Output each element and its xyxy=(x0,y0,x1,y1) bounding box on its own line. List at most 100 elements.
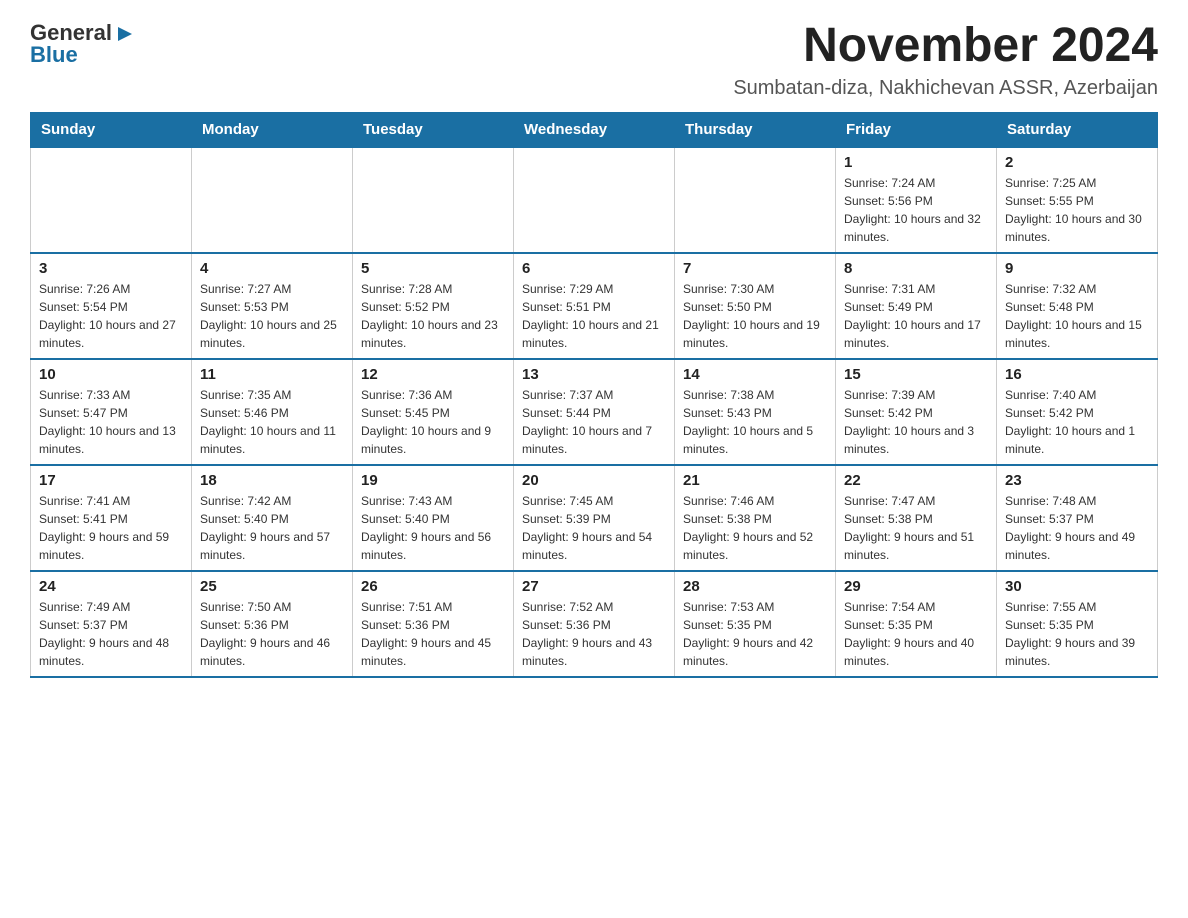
calendar-cell: 9Sunrise: 7:32 AMSunset: 5:48 PMDaylight… xyxy=(997,253,1158,359)
day-info: Sunrise: 7:24 AMSunset: 5:56 PMDaylight:… xyxy=(844,174,988,246)
day-number: 16 xyxy=(1005,366,1149,383)
calendar-header: SundayMondayTuesdayWednesdayThursdayFrid… xyxy=(31,112,1158,147)
day-number: 19 xyxy=(361,472,505,489)
day-info: Sunrise: 7:47 AMSunset: 5:38 PMDaylight:… xyxy=(844,492,988,564)
day-number: 17 xyxy=(39,472,183,489)
day-of-week-friday: Friday xyxy=(836,112,997,147)
day-info: Sunrise: 7:50 AMSunset: 5:36 PMDaylight:… xyxy=(200,598,344,670)
day-number: 4 xyxy=(200,260,344,277)
day-info: Sunrise: 7:51 AMSunset: 5:36 PMDaylight:… xyxy=(361,598,505,670)
day-of-week-monday: Monday xyxy=(192,112,353,147)
calendar-cell: 4 Sunrise: 7:27 AMSunset: 5:53 PMDaylight… xyxy=(192,253,353,359)
day-number: 14 xyxy=(683,366,827,383)
day-info: Sunrise: 7:52 AMSunset: 5:36 PMDaylight:… xyxy=(522,598,666,670)
day-info: Sunrise: 7:45 AMSunset: 5:39 PMDaylight:… xyxy=(522,492,666,564)
day-number: 28 xyxy=(683,578,827,595)
logo: General Blue xyxy=(30,20,136,68)
logo-blue-text: Blue xyxy=(30,42,78,68)
day-info: Sunrise: 7:42 AMSunset: 5:40 PMDaylight:… xyxy=(200,492,344,564)
calendar-week-3: 10Sunrise: 7:33 AMSunset: 5:47 PMDayligh… xyxy=(31,359,1158,465)
day-number: 15 xyxy=(844,366,988,383)
day-number: 10 xyxy=(39,366,183,383)
calendar-cell xyxy=(514,147,675,253)
day-number: 25 xyxy=(200,578,344,595)
day-info: Sunrise: 7:37 AMSunset: 5:44 PMDaylight:… xyxy=(522,386,666,458)
day-number: 21 xyxy=(683,472,827,489)
calendar-cell: 24 Sunrise: 7:49 AMSunset: 5:37 PMDayligh… xyxy=(31,571,192,677)
day-number: 26 xyxy=(361,578,505,595)
calendar-cell xyxy=(31,147,192,253)
day-info: Sunrise: 7:40 AMSunset: 5:42 PMDaylight:… xyxy=(1005,386,1149,458)
days-of-week-row: SundayMondayTuesdayWednesdayThursdayFrid… xyxy=(31,112,1158,147)
day-number: 20 xyxy=(522,472,666,489)
calendar-cell: 25 Sunrise: 7:50 AMSunset: 5:36 PMDayligh… xyxy=(192,571,353,677)
day-number: 5 xyxy=(361,260,505,277)
day-info: Sunrise: 7:55 AMSunset: 5:35 PMDaylight:… xyxy=(1005,598,1149,670)
day-number: 30 xyxy=(1005,578,1149,595)
day-info: Sunrise: 7:46 AMSunset: 5:38 PMDaylight:… xyxy=(683,492,827,564)
day-of-week-thursday: Thursday xyxy=(675,112,836,147)
calendar-cell: 3Sunrise: 7:26 AMSunset: 5:54 PMDaylight… xyxy=(31,253,192,359)
calendar-cell: 6Sunrise: 7:29 AMSunset: 5:51 PMDaylight… xyxy=(514,253,675,359)
day-info: Sunrise: 7:38 AMSunset: 5:43 PMDaylight:… xyxy=(683,386,827,458)
calendar-cell: 10Sunrise: 7:33 AMSunset: 5:47 PMDayligh… xyxy=(31,359,192,465)
day-of-week-sunday: Sunday xyxy=(31,112,192,147)
calendar-cell: 29Sunrise: 7:54 AMSunset: 5:35 PMDayligh… xyxy=(836,571,997,677)
logo-arrow-icon xyxy=(114,23,136,45)
day-info: Sunrise: 7:29 AMSunset: 5:51 PMDaylight:… xyxy=(522,280,666,352)
calendar-cell xyxy=(675,147,836,253)
day-info: Sunrise: 7:27 AMSunset: 5:53 PMDaylight:… xyxy=(200,280,344,352)
day-number: 12 xyxy=(361,366,505,383)
calendar-cell: 12 Sunrise: 7:36 AMSunset: 5:45 PMDayligh… xyxy=(353,359,514,465)
location-subtitle: Sumbatan-diza, Nakhichevan ASSR, Azerbai… xyxy=(733,77,1158,100)
calendar-cell: 1Sunrise: 7:24 AMSunset: 5:56 PMDaylight… xyxy=(836,147,997,253)
month-year-title: November 2024 xyxy=(733,20,1158,73)
day-info: Sunrise: 7:25 AMSunset: 5:55 PMDaylight:… xyxy=(1005,174,1149,246)
day-info: Sunrise: 7:35 AMSunset: 5:46 PMDaylight:… xyxy=(200,386,344,458)
day-info: Sunrise: 7:30 AMSunset: 5:50 PMDaylight:… xyxy=(683,280,827,352)
day-number: 9 xyxy=(1005,260,1149,277)
calendar-week-1: 1Sunrise: 7:24 AMSunset: 5:56 PMDaylight… xyxy=(31,147,1158,253)
day-number: 23 xyxy=(1005,472,1149,489)
calendar-cell: 30 Sunrise: 7:55 AMSunset: 5:35 PMDayligh… xyxy=(997,571,1158,677)
calendar-table: SundayMondayTuesdayWednesdayThursdayFrid… xyxy=(30,112,1158,678)
calendar-cell: 5Sunrise: 7:28 AMSunset: 5:52 PMDaylight… xyxy=(353,253,514,359)
day-number: 8 xyxy=(844,260,988,277)
calendar-cell: 18 Sunrise: 7:42 AMSunset: 5:40 PMDayligh… xyxy=(192,465,353,571)
day-info: Sunrise: 7:31 AMSunset: 5:49 PMDaylight:… xyxy=(844,280,988,352)
day-info: Sunrise: 7:36 AMSunset: 5:45 PMDaylight:… xyxy=(361,386,505,458)
calendar-cell: 11 Sunrise: 7:35 AMSunset: 5:46 PMDayligh… xyxy=(192,359,353,465)
calendar-cell: 8 Sunrise: 7:31 AMSunset: 5:49 PMDaylight… xyxy=(836,253,997,359)
calendar-cell xyxy=(192,147,353,253)
day-info: Sunrise: 7:54 AMSunset: 5:35 PMDaylight:… xyxy=(844,598,988,670)
day-info: Sunrise: 7:53 AMSunset: 5:35 PMDaylight:… xyxy=(683,598,827,670)
day-number: 2 xyxy=(1005,154,1149,171)
calendar-cell: 15 Sunrise: 7:39 AMSunset: 5:42 PMDayligh… xyxy=(836,359,997,465)
calendar-cell: 2 Sunrise: 7:25 AMSunset: 5:55 PMDaylight… xyxy=(997,147,1158,253)
day-of-week-tuesday: Tuesday xyxy=(353,112,514,147)
day-info: Sunrise: 7:48 AMSunset: 5:37 PMDaylight:… xyxy=(1005,492,1149,564)
calendar-cell: 13 Sunrise: 7:37 AMSunset: 5:44 PMDayligh… xyxy=(514,359,675,465)
day-number: 22 xyxy=(844,472,988,489)
calendar-cell: 14 Sunrise: 7:38 AMSunset: 5:43 PMDayligh… xyxy=(675,359,836,465)
day-number: 13 xyxy=(522,366,666,383)
day-number: 3 xyxy=(39,260,183,277)
calendar-cell: 7 Sunrise: 7:30 AMSunset: 5:50 PMDaylight… xyxy=(675,253,836,359)
title-block: November 2024 Sumbatan-diza, Nakhichevan… xyxy=(733,20,1158,100)
day-number: 7 xyxy=(683,260,827,277)
day-info: Sunrise: 7:39 AMSunset: 5:42 PMDaylight:… xyxy=(844,386,988,458)
day-info: Sunrise: 7:49 AMSunset: 5:37 PMDaylight:… xyxy=(39,598,183,670)
calendar-week-2: 3Sunrise: 7:26 AMSunset: 5:54 PMDaylight… xyxy=(31,253,1158,359)
day-number: 27 xyxy=(522,578,666,595)
calendar-cell: 20 Sunrise: 7:45 AMSunset: 5:39 PMDayligh… xyxy=(514,465,675,571)
calendar-cell xyxy=(353,147,514,253)
day-number: 24 xyxy=(39,578,183,595)
calendar-cell: 17Sunrise: 7:41 AMSunset: 5:41 PMDayligh… xyxy=(31,465,192,571)
day-number: 18 xyxy=(200,472,344,489)
day-number: 11 xyxy=(200,366,344,383)
calendar-cell: 16 Sunrise: 7:40 AMSunset: 5:42 PMDayligh… xyxy=(997,359,1158,465)
calendar-week-5: 24 Sunrise: 7:49 AMSunset: 5:37 PMDayligh… xyxy=(31,571,1158,677)
calendar-cell: 22 Sunrise: 7:47 AMSunset: 5:38 PMDayligh… xyxy=(836,465,997,571)
day-of-week-saturday: Saturday xyxy=(997,112,1158,147)
page-header: General Blue November 2024 Sumbatan-diza… xyxy=(30,20,1158,100)
